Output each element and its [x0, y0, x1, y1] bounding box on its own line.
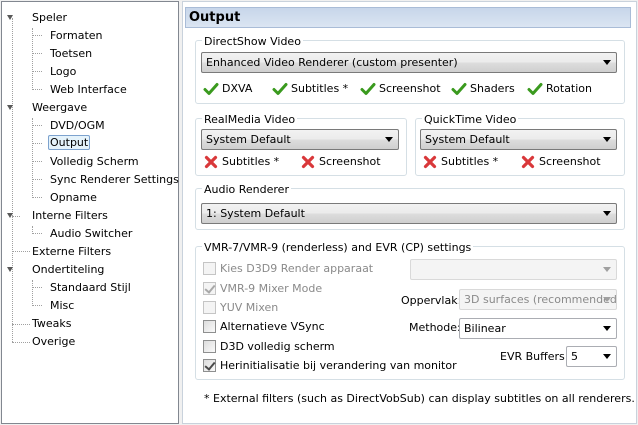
chevron-down-icon	[603, 297, 611, 302]
checkbox-box[interactable]	[203, 282, 216, 295]
audio-title: Audio Renderer	[202, 183, 291, 196]
checkmark-icon	[527, 81, 543, 97]
directshow-title: DirectShow Video	[202, 35, 303, 48]
checkmark-icon	[272, 81, 288, 97]
checkbox-label: YUV Mixen	[220, 301, 279, 314]
tree-item-volledig-scherm[interactable]: Volledig Scherm	[48, 153, 141, 170]
tree-item-toetsen[interactable]: Toetsen	[48, 45, 94, 62]
method-label: Methode:	[409, 321, 461, 334]
tree-item-opname[interactable]: Opname	[48, 189, 99, 206]
checkbox-box[interactable]	[203, 340, 216, 353]
quicktime-title: QuickTime Video	[422, 113, 519, 126]
expand-arrow-icon[interactable]	[7, 105, 13, 110]
surface-select[interactable]: 3D surfaces (recommended)	[459, 289, 617, 310]
evr-buffers-select[interactable]: 5	[566, 346, 617, 367]
tree-item-misc[interactable]: Misc	[48, 297, 76, 314]
surface-label: Oppervlak:	[401, 294, 462, 307]
chevron-down-icon	[603, 137, 611, 142]
expand-arrow-icon[interactable]	[7, 267, 13, 272]
checkbox-label: Herinitialisatie bij verandering van mon…	[220, 359, 457, 372]
checkbox-box[interactable]	[203, 359, 216, 372]
tree-item-formaten[interactable]: Formaten	[48, 27, 105, 44]
cross-icon	[520, 154, 536, 170]
realmedia-renderer-select[interactable]: System Default	[201, 129, 399, 150]
chevron-down-icon	[603, 60, 611, 65]
directshow-renderer-select[interactable]: Enhanced Video Renderer (custom presente…	[201, 52, 617, 73]
checkbox-box[interactable]	[203, 301, 216, 314]
evr-buffers-label: EVR Buffers:	[500, 350, 569, 363]
tree-item-audio-switcher[interactable]: Audio Switcher	[48, 225, 134, 242]
cross-icon	[203, 154, 219, 170]
checkbox-label: Kies D3D9 Render apparaat	[220, 262, 374, 275]
chevron-down-icon	[385, 137, 393, 142]
realmedia-title: RealMedia Video	[202, 113, 298, 126]
chevron-down-icon	[603, 211, 611, 216]
checkbox-label: D3D volledig scherm	[220, 340, 335, 353]
feature-label: Screenshot	[319, 155, 381, 168]
footnote: * External filters (such as DirectVobSub…	[204, 392, 635, 405]
checkmark-icon	[360, 81, 376, 97]
tree-item-weergave[interactable]: Weergave	[30, 99, 89, 116]
tree-item-externe-filters[interactable]: Externe Filters	[30, 243, 113, 260]
feature-label: Subtitles *	[291, 82, 349, 95]
feature-label: Rotation	[546, 82, 593, 95]
d3d-device-select[interactable]	[410, 259, 617, 280]
checkbox-box[interactable]	[203, 262, 216, 275]
tree-item-sync-renderer-settings[interactable]: Sync Renderer Settings	[48, 171, 181, 188]
feature-label: Screenshot	[539, 155, 601, 168]
tree-item-web-interface[interactable]: Web Interface	[48, 81, 129, 98]
vmr-title: VMR-7/VMR-9 (renderless) and EVR (CP) se…	[202, 241, 474, 254]
tree-item-dvd-ogm[interactable]: DVD/OGM	[48, 117, 107, 134]
quicktime-renderer-select[interactable]: System Default	[420, 129, 617, 150]
tree-item-standaard-stijl[interactable]: Standaard Stijl	[48, 279, 133, 296]
expand-arrow-icon[interactable]	[7, 213, 13, 218]
checkmark-icon	[203, 81, 219, 97]
chevron-down-icon	[603, 267, 611, 272]
checkbox-label: VMR-9 Mixer Mode	[220, 282, 323, 295]
expand-arrow-icon[interactable]	[7, 15, 13, 20]
feature-label: Screenshot	[379, 82, 441, 95]
feature-label: Subtitles *	[441, 155, 499, 168]
page-title: Output	[185, 7, 631, 28]
tree-item-logo[interactable]: Logo	[48, 63, 78, 80]
feature-label: Shaders	[470, 82, 515, 95]
cross-icon	[300, 154, 316, 170]
feature-label: Subtitles *	[222, 155, 280, 168]
checkbox-box[interactable]	[203, 320, 216, 333]
tree-item-speler[interactable]: Speler	[30, 9, 69, 26]
feature-label: DXVA	[222, 82, 253, 95]
audio-renderer-select[interactable]: 1: System Default	[201, 203, 617, 224]
cross-icon	[422, 154, 438, 170]
tree-item-ondertiteling[interactable]: Ondertiteling	[30, 261, 106, 278]
checkbox-label: Alternatieve VSync	[220, 320, 325, 333]
tree-item-overige[interactable]: Overige	[30, 333, 77, 350]
tree-item-output[interactable]: Output	[48, 134, 91, 151]
chevron-down-icon	[603, 354, 611, 359]
tree-item-tweaks[interactable]: Tweaks	[30, 315, 74, 332]
checkmark-icon	[451, 81, 467, 97]
tree-item-interne-filters[interactable]: Interne Filters	[30, 207, 110, 224]
settings-tree[interactable]: Speler Formaten Toetsen Logo Web Interfa…	[1, 1, 179, 424]
method-select[interactable]: Bilinear	[459, 318, 617, 339]
chevron-down-icon	[603, 326, 611, 331]
